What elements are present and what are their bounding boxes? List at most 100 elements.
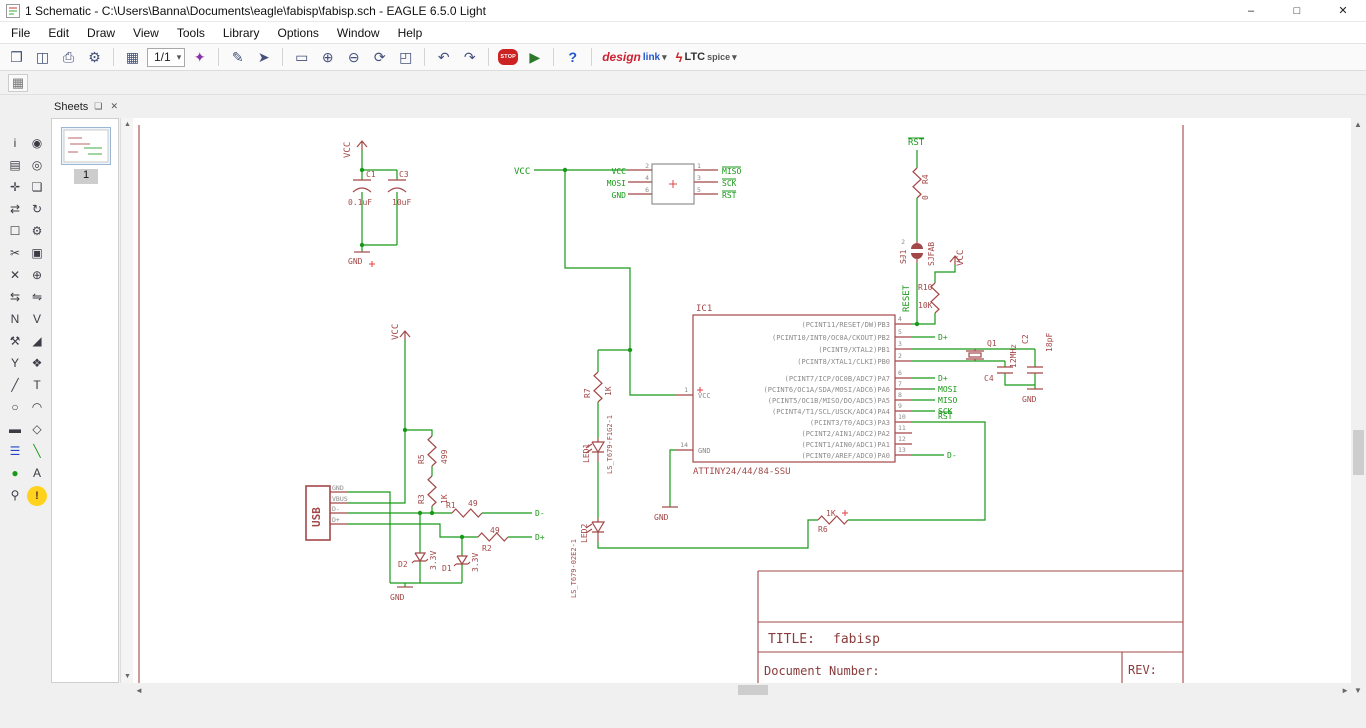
open-button[interactable]: ❒ <box>5 46 28 68</box>
vcc-symbol[interactable]: VCC <box>343 140 368 158</box>
arc-tool[interactable]: ◠ <box>27 397 47 417</box>
name-tool[interactable]: N <box>5 309 25 329</box>
sheet-selector[interactable]: 1/1 ▾ <box>147 47 186 67</box>
display-tool[interactable]: ▤ <box>5 155 25 175</box>
gateswap-tool[interactable]: ⇋ <box>27 287 47 307</box>
zoom-fit-button[interactable]: ▭ <box>290 46 313 68</box>
run-ulp-button[interactable]: ➤ <box>252 46 275 68</box>
split-tool[interactable]: Y <box>5 353 25 373</box>
menu-file[interactable]: File <box>2 24 39 42</box>
erc-errors-button[interactable]: ! <box>27 486 47 506</box>
menu-library[interactable]: Library <box>214 24 269 42</box>
menu-options[interactable]: Options <box>269 24 328 42</box>
zoom-redraw-button[interactable]: ⟳ <box>368 46 391 68</box>
designlink-button[interactable]: design link ▾ <box>599 50 669 64</box>
junction-tool[interactable]: ● <box>5 463 25 483</box>
capacitor-c4[interactable]: C4 <box>984 366 1013 383</box>
info-tool[interactable]: i <box>5 133 25 153</box>
sheet-thumbnail[interactable] <box>61 127 111 165</box>
schematic-canvas[interactable]: TITLE: fabisp Document Number: REV: VCC … <box>133 118 1351 683</box>
menu-draw[interactable]: Draw <box>78 24 124 42</box>
zoom-select-button[interactable]: ◰ <box>394 46 417 68</box>
scroll-right-icon[interactable]: ► <box>1341 686 1349 695</box>
menu-edit[interactable]: Edit <box>39 24 78 42</box>
move-tool[interactable]: ✛ <box>5 177 25 197</box>
close-panel-icon[interactable]: ✕ <box>108 101 120 112</box>
sheets-scrollbar[interactable]: ▲ ▼ <box>120 118 133 683</box>
vertical-scroll-thumb[interactable] <box>1353 430 1364 475</box>
zener-d1[interactable]: D1 3.3V <box>442 553 480 573</box>
resistor-r3[interactable]: R3 1K <box>417 475 449 507</box>
invoke-tool[interactable]: ❖ <box>27 353 47 373</box>
cut-tool[interactable]: ✂ <box>5 243 25 263</box>
wire-tool[interactable]: ╱ <box>5 375 25 395</box>
menu-view[interactable]: View <box>124 24 168 42</box>
net-wires[interactable] <box>348 150 1036 587</box>
value-tool[interactable]: V <box>27 309 47 329</box>
net-tool[interactable]: ╲ <box>27 441 47 461</box>
mark-tool[interactable]: ◎ <box>27 155 47 175</box>
mirror-tool[interactable]: ⇄ <box>5 199 25 219</box>
resistor-r2[interactable]: R2 49 <box>477 526 509 553</box>
scroll-up-icon[interactable]: ▲ <box>1354 120 1362 129</box>
smash-tool[interactable]: ⚒ <box>5 331 25 351</box>
capacitor-c3[interactable]: C3 10uF <box>387 170 411 207</box>
maximize-button[interactable]: □ <box>1274 0 1320 22</box>
rect-tool[interactable]: ▬ <box>5 419 25 439</box>
vcc-symbol-usb[interactable]: VCC <box>391 324 411 340</box>
ltcspice-button[interactable]: ϟ LTC spice ▾ <box>673 50 740 65</box>
rotate-tool[interactable]: ↻ <box>27 199 47 219</box>
undo-button[interactable]: ↶ <box>432 46 455 68</box>
zener-d2[interactable]: D2 3.3V <box>398 551 438 570</box>
resistor-r5[interactable]: R5 499 <box>417 435 449 467</box>
redo-button[interactable]: ↷ <box>458 46 481 68</box>
copy-tool[interactable]: ❏ <box>27 177 47 197</box>
led2[interactable]: LED2 LS_T679-02E2-1 <box>570 518 606 598</box>
resistor-r4[interactable]: R4 0 <box>912 167 930 200</box>
miter-tool[interactable]: ◢ <box>27 331 47 351</box>
use-library-button[interactable]: ✦ <box>188 46 211 68</box>
gnd-symbol-xtal[interactable]: GND <box>1022 388 1043 404</box>
gnd-symbol-caps[interactable]: GND <box>348 251 375 267</box>
group-tool[interactable]: ☐ <box>5 221 25 241</box>
capacitor-c2[interactable]: C2 18pF <box>1021 333 1054 374</box>
delete-tool[interactable]: ✕ <box>5 265 25 285</box>
vertical-scrollbar[interactable]: ▲ ▼ <box>1351 118 1366 697</box>
menu-window[interactable]: Window <box>328 24 389 42</box>
script-button[interactable]: ✎ <box>226 46 249 68</box>
crystal-q1[interactable]: Q1 12MHz <box>966 339 1018 368</box>
resistor-r10[interactable]: R10 10K <box>918 282 940 314</box>
resistor-r6[interactable]: R6 1K <box>817 509 849 534</box>
gnd-symbol-usb[interactable]: GND <box>390 586 413 602</box>
ic1-attiny[interactable]: IC1 ATTINY24/44/84-SSU (PCINT11/RESET/DW… <box>676 304 912 477</box>
horizontal-scrollbar[interactable]: ◄ ► <box>133 683 1351 697</box>
help-button[interactable]: ? <box>561 46 584 68</box>
sheet-number[interactable]: 1 <box>74 169 98 184</box>
paste-tool[interactable]: ▣ <box>27 243 47 263</box>
add-tool[interactable]: ⊕ <box>27 265 47 285</box>
show-tool[interactable]: ◉ <box>27 133 47 153</box>
resistor-r7[interactable]: R7 1K <box>583 371 613 403</box>
float-panel-icon[interactable]: ❏ <box>92 101 104 112</box>
gnd-symbol-ic[interactable]: GND <box>654 506 678 522</box>
label-tool[interactable]: A <box>27 463 47 483</box>
usb-connector[interactable]: USB GND VBUS D- D+ <box>305 484 348 541</box>
bus-tool[interactable]: ☰ <box>5 441 25 461</box>
circle-tool[interactable]: ○ <box>5 397 25 417</box>
grid-button[interactable]: ▦ <box>121 46 144 68</box>
vcc-symbol-r10[interactable]: VCC <box>949 250 966 266</box>
zoom-in-button[interactable]: ⊕ <box>316 46 339 68</box>
horizontal-scroll-thumb[interactable] <box>738 685 768 695</box>
grid-settings-button[interactable]: ▦ <box>8 74 28 92</box>
save-button[interactable]: ◫ <box>31 46 54 68</box>
cam-button[interactable]: ⚙ <box>83 46 106 68</box>
go-button[interactable]: ▶ <box>523 46 546 68</box>
text-tool[interactable]: T <box>27 375 47 395</box>
print-button[interactable]: ⎙ <box>57 46 80 68</box>
menu-help[interactable]: Help <box>389 24 432 42</box>
resistor-r1[interactable]: R1 49 <box>446 499 483 518</box>
scroll-left-icon[interactable]: ◄ <box>135 686 143 695</box>
close-button[interactable]: ✕ <box>1320 0 1366 22</box>
minimize-button[interactable]: – <box>1228 0 1274 22</box>
change-tool[interactable]: ⚙ <box>27 221 47 241</box>
